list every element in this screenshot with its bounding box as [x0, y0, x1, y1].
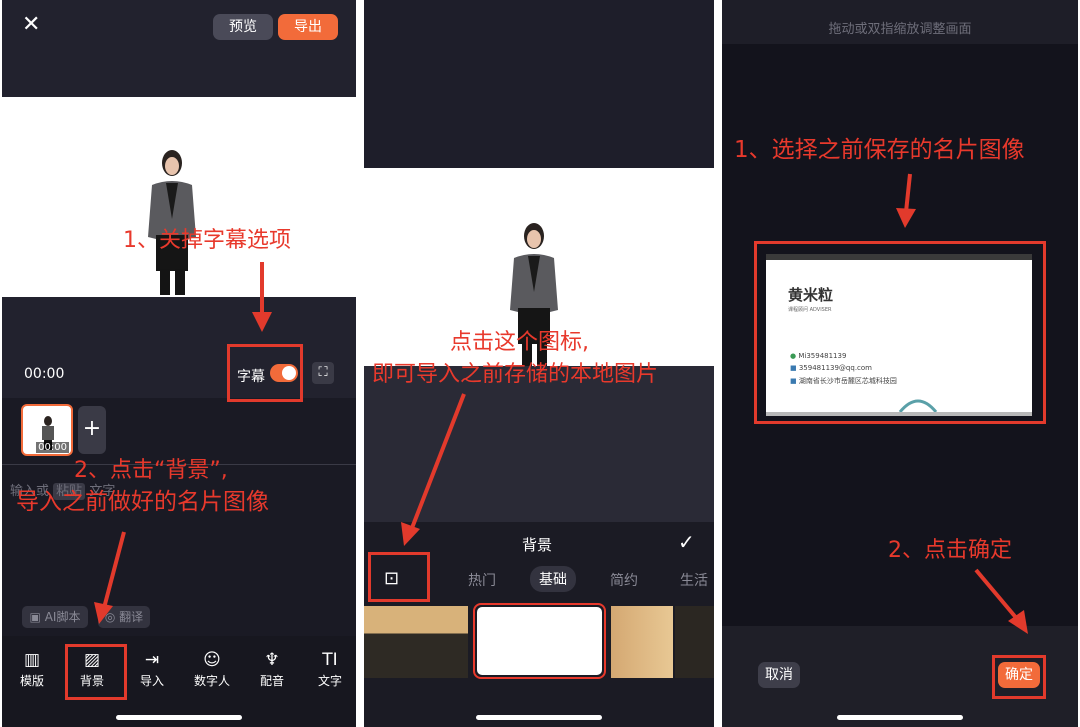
annotation-step1: 1、选择之前保存的名片图像: [734, 137, 1025, 163]
video-preview[interactable]: [2, 97, 356, 297]
background-swatch[interactable]: [611, 606, 673, 678]
highlight-import-icon: [368, 552, 430, 602]
export-button[interactable]: 导出: [278, 14, 338, 40]
home-indicator: [476, 715, 602, 720]
highlight-card: [754, 241, 1046, 424]
ai-icon: ▣: [29, 610, 45, 624]
import-icon: ⇥: [144, 650, 160, 670]
highlight-background: [65, 644, 127, 700]
crop-adjust-screen: 拖动或双指缩放调整画面 黄米粒 课程顾问 ADVISER ● Mi3594811…: [722, 0, 1078, 727]
background-swatch[interactable]: [364, 606, 468, 678]
tab-life[interactable]: 生活: [680, 570, 708, 590]
tab-simple[interactable]: 简约: [610, 570, 638, 590]
toolbar-import[interactable]: ⇥ 导入: [126, 648, 178, 689]
add-clip-button[interactable]: +: [78, 406, 106, 454]
ai-script-button[interactable]: ▣ AI脚本: [22, 606, 88, 628]
preview-button[interactable]: 预览: [213, 14, 273, 40]
annotation-step1: 1、关掉字幕选项: [123, 228, 291, 253]
clip-thumbnail[interactable]: 00:00: [21, 404, 73, 456]
close-icon[interactable]: ✕: [22, 12, 40, 38]
fullscreen-icon[interactable]: ⛶: [312, 362, 334, 384]
hint-text: 拖动或双指缩放调整画面: [828, 22, 972, 37]
annotation-step2-line2: 导入之前做好的名片图像: [16, 489, 269, 515]
timecode: 00:00: [24, 366, 65, 382]
cancel-button[interactable]: 取消: [758, 662, 800, 688]
toolbar-dubbing[interactable]: ♆ 配音: [246, 648, 298, 689]
home-indicator: [116, 715, 242, 720]
translate-icon: ◎: [104, 610, 120, 624]
home-indicator: [837, 715, 963, 720]
highlight-subtitle: [227, 344, 303, 402]
digital-human-icon: ☺: [203, 650, 221, 670]
translate-button[interactable]: ◎ 翻译: [98, 606, 150, 628]
editor-screen: ✕ 预览 导出 00:00 字幕 ⛶ 00:00 + 输入或 粘贴 文字 ▣ A…: [2, 0, 356, 727]
highlight-confirm: [992, 655, 1046, 699]
dim-area: [364, 366, 714, 524]
text-icon: TI: [322, 650, 338, 670]
background-swatch-selected[interactable]: [473, 603, 606, 679]
annotation-step2: 2、点击确定: [888, 538, 1012, 563]
toolbar-digital-human[interactable]: ☺ 数字人: [186, 648, 238, 689]
annotation-step2-line1: 2、点击“背景”,: [74, 458, 228, 483]
annotation-line1: 点击这个图标,: [450, 330, 589, 355]
background-swatch[interactable]: [675, 606, 714, 678]
microphone-icon: ♆: [264, 650, 280, 670]
annotation-line2: 即可导入之前存储的本地图片: [372, 362, 659, 387]
background-picker-screen: 背景 ✓ ⊡ 热门 基础 简约 生活 点击这个图标, 即可导入之前存储的本地图片: [364, 0, 714, 727]
template-icon: ▥: [23, 650, 41, 670]
clip-time: 00:00: [36, 442, 69, 453]
toolbar-template[interactable]: ▥ 模版: [6, 648, 58, 689]
tab-hot[interactable]: 热门: [468, 570, 496, 590]
check-icon[interactable]: ✓: [678, 530, 695, 554]
tab-basic[interactable]: 基础: [530, 566, 576, 592]
toolbar-text[interactable]: TI 文字: [304, 648, 356, 689]
sheet-title: 背景: [522, 536, 553, 554]
